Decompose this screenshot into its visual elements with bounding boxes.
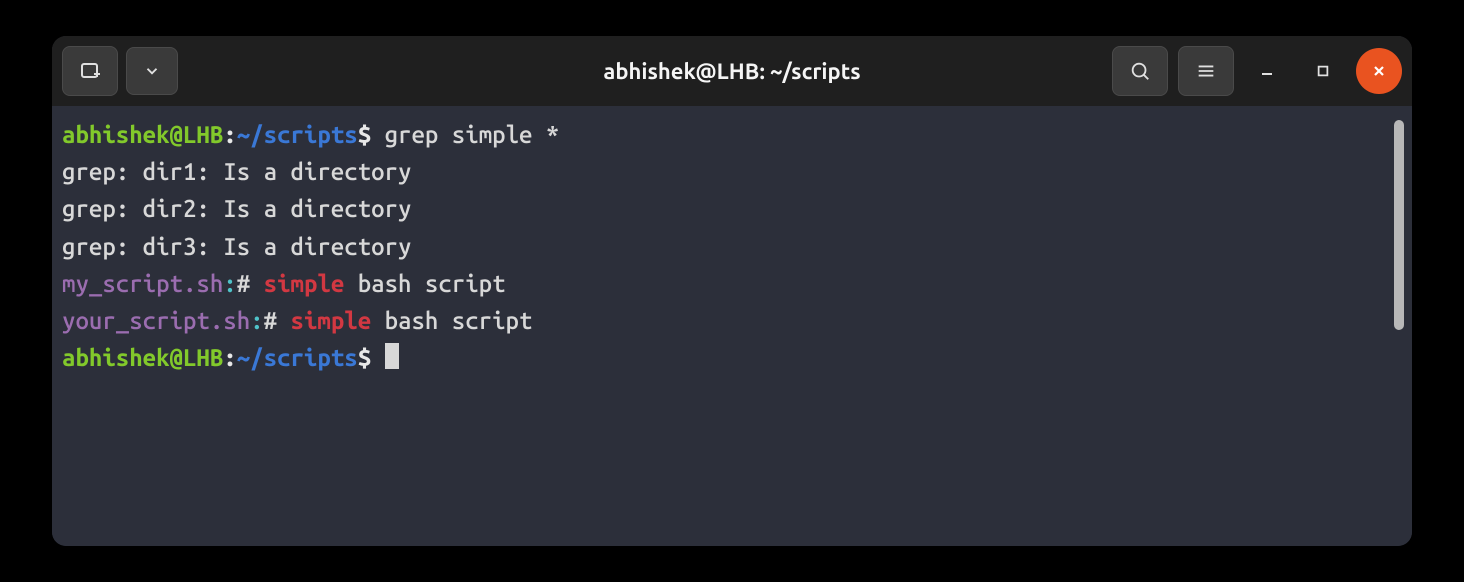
prompt-sep: : — [223, 121, 236, 148]
prompt-symbol: $ — [358, 344, 371, 371]
match-sep: : — [250, 307, 263, 334]
terminal-body[interactable]: abhishek@LHB:~/scripts$ grep simple * gr… — [52, 106, 1412, 546]
window-title: abhishek@LHB: ~/scripts — [603, 59, 860, 84]
menu-button[interactable] — [1178, 46, 1234, 96]
output-line-5: your_script.sh:# simple bash script — [62, 307, 532, 334]
command-text: grep simple * — [385, 121, 560, 148]
tab-dropdown-button[interactable] — [126, 47, 178, 95]
prompt-path: ~/scripts — [237, 344, 358, 371]
prompt-symbol: $ — [358, 121, 371, 148]
titlebar-right-group — [1112, 46, 1402, 96]
close-button[interactable] — [1356, 48, 1402, 94]
close-icon — [1371, 63, 1387, 79]
titlebar: abhishek@LHB: ~/scripts — [52, 36, 1412, 106]
match-hit: simple — [291, 307, 372, 334]
prompt-sep: : — [223, 344, 236, 371]
prompt-path: ~/scripts — [237, 121, 358, 148]
line-prompt-2: abhishek@LHB:~/scripts$ — [62, 344, 399, 371]
scrollbar[interactable] — [1392, 116, 1406, 536]
maximize-button[interactable] — [1300, 48, 1346, 94]
maximize-icon — [1316, 64, 1330, 78]
match-pre: # — [264, 307, 291, 334]
cursor-block — [385, 343, 399, 369]
titlebar-left-group — [62, 46, 178, 96]
match-pre: # — [237, 270, 264, 297]
match-post: bash script — [371, 307, 532, 334]
minimize-button[interactable] — [1244, 48, 1290, 94]
new-tab-button[interactable] — [62, 46, 118, 96]
output-line-3: grep: dir3: Is a directory — [62, 233, 411, 260]
match-file: my_script.sh — [62, 270, 223, 297]
search-button[interactable] — [1112, 46, 1168, 96]
output-line-2: grep: dir2: Is a directory — [62, 195, 411, 222]
match-post: bash script — [344, 270, 505, 297]
line-1: abhishek@LHB:~/scripts$ grep simple * — [62, 121, 559, 148]
new-tab-icon — [78, 59, 102, 83]
prompt-user-host: abhishek@LHB — [62, 121, 223, 148]
output-line-1: grep: dir1: Is a directory — [62, 158, 411, 185]
chevron-down-icon — [143, 62, 161, 80]
match-sep: : — [223, 270, 236, 297]
match-file: your_script.sh — [62, 307, 250, 334]
hamburger-icon — [1195, 60, 1217, 82]
minimize-icon — [1259, 63, 1275, 79]
output-line-4: my_script.sh:# simple bash script — [62, 270, 506, 297]
scrollbar-thumb[interactable] — [1394, 120, 1404, 330]
terminal-content: abhishek@LHB:~/scripts$ grep simple * gr… — [62, 116, 1392, 536]
prompt-user-host: abhishek@LHB — [62, 344, 223, 371]
match-hit: simple — [264, 270, 345, 297]
search-icon — [1129, 60, 1151, 82]
terminal-window: abhishek@LHB: ~/scripts — [52, 36, 1412, 546]
